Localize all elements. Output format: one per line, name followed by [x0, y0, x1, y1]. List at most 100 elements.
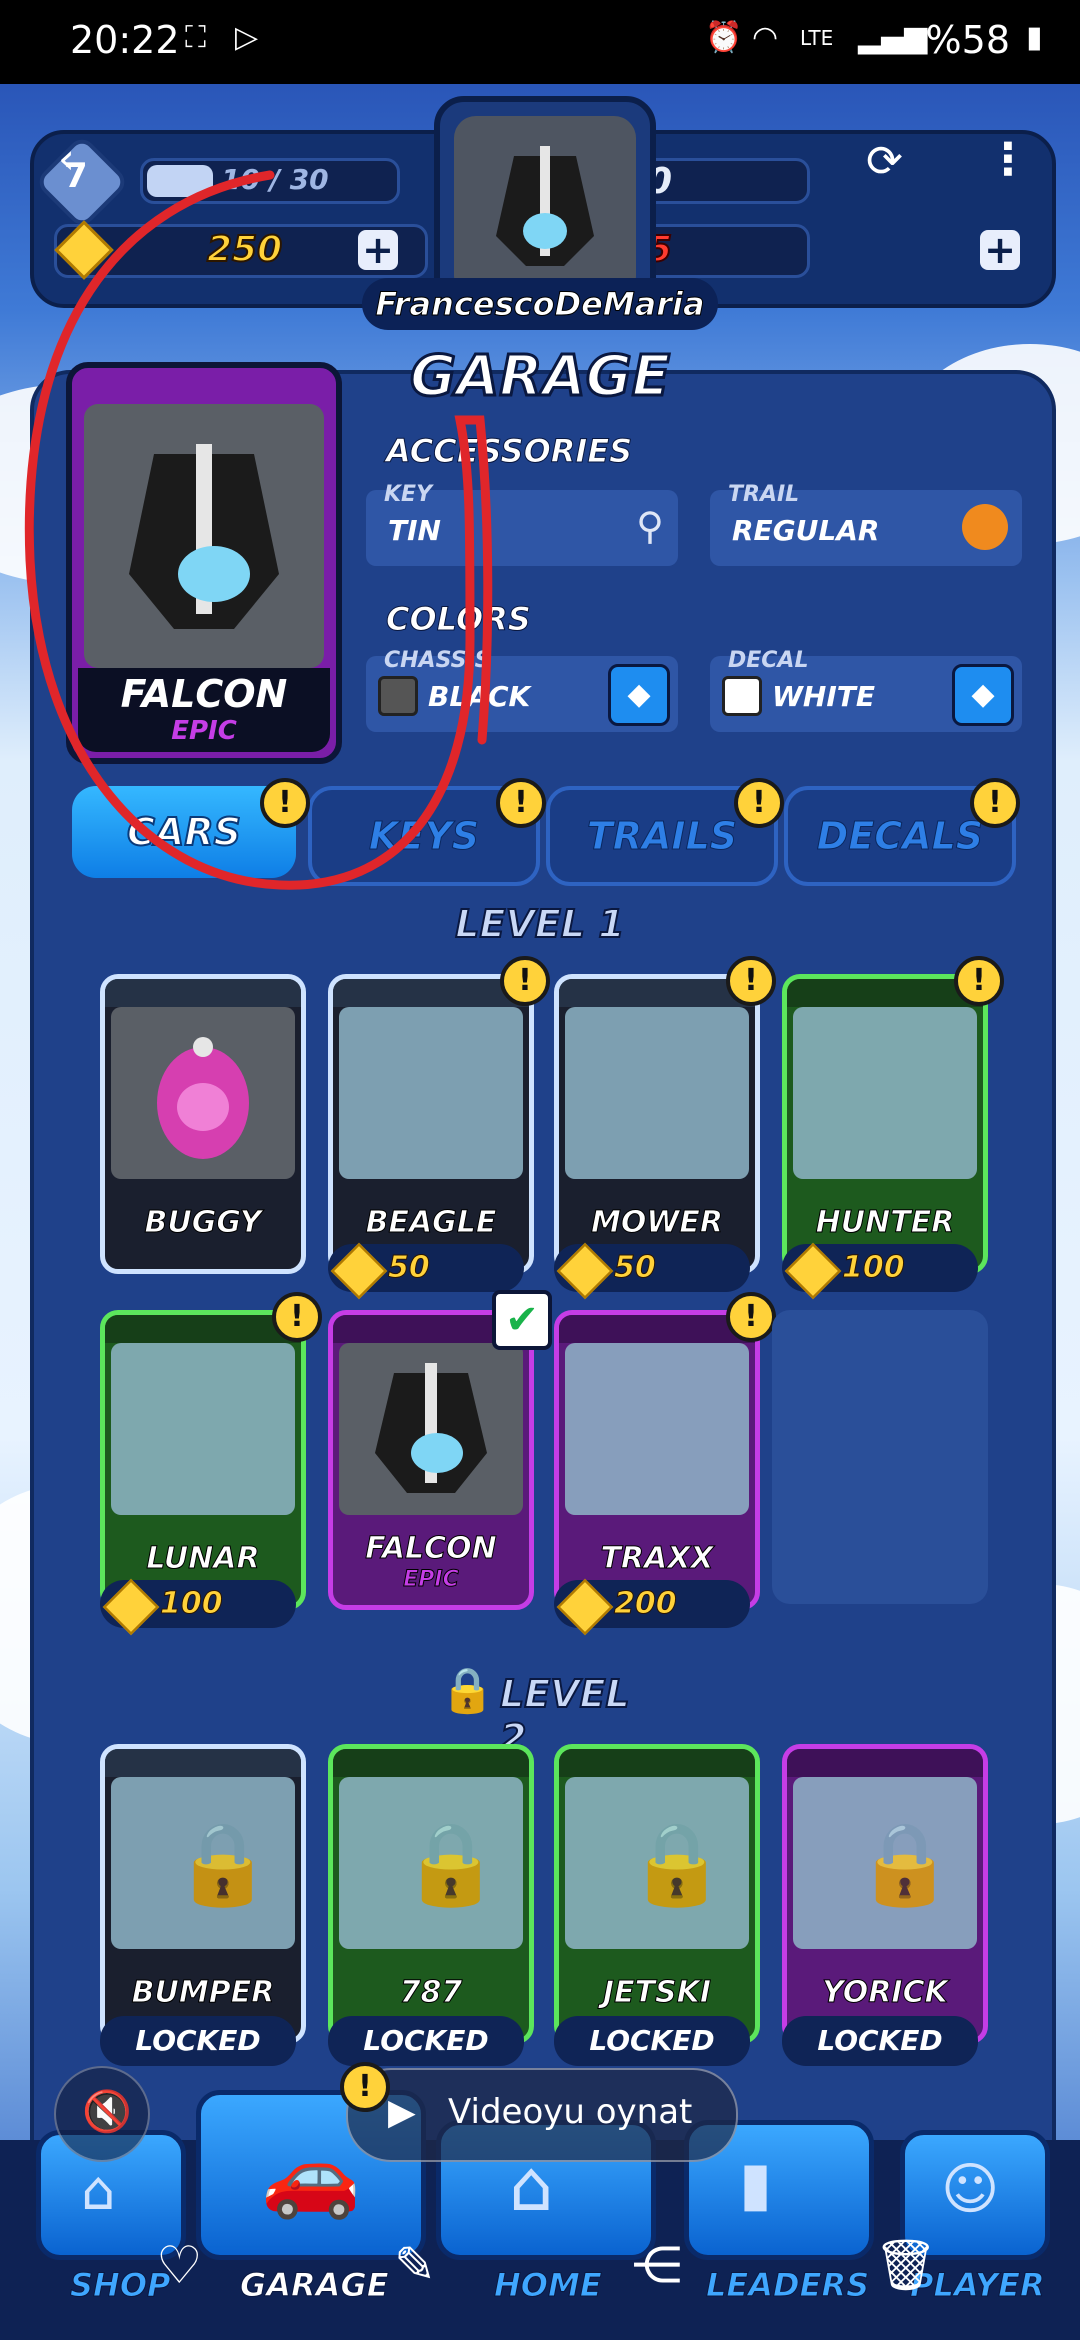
xp-text: 10 / 30: [221, 163, 329, 196]
car-name: JETSKI: [602, 1975, 712, 2011]
locked-label: LOCKED: [554, 2016, 750, 2066]
car-card-lunar[interactable]: LUNAR: [100, 1310, 306, 1610]
decal-selector[interactable]: DECAL WHITE ◆: [710, 648, 1022, 732]
buggy-image: [111, 1007, 295, 1179]
battery-icon: ▮: [1026, 20, 1043, 55]
lte-label: LTE: [800, 26, 834, 50]
coins-value: 250: [206, 228, 283, 271]
selected-car-image: [84, 404, 324, 668]
battery-percent: %58: [925, 18, 1010, 62]
paint-bucket-icon[interactable]: ◆: [608, 664, 670, 726]
car-name: 787: [399, 1975, 463, 2011]
selected-check-icon: ✔: [492, 1290, 552, 1350]
alert-badge: !: [340, 2062, 390, 2112]
locked-label: LOCKED: [328, 2016, 524, 2066]
alarm-icon: ⏰: [705, 20, 743, 55]
car-card-jetski[interactable]: 🔒 JETSKI: [554, 1744, 760, 2044]
key-label: KEY: [384, 482, 433, 507]
alert-badge: !: [734, 778, 784, 828]
garage-title: GARAGE: [409, 343, 672, 411]
alert-badge: !: [272, 1292, 322, 1342]
alert-badge: !: [726, 956, 776, 1006]
decal-label: DECAL: [728, 648, 809, 673]
787-image-locked: 🔒: [339, 1777, 523, 1949]
trail-value: REGULAR: [732, 514, 880, 547]
car-card-mower[interactable]: MOWER: [554, 974, 760, 1274]
share-icon[interactable]: ⋲: [632, 2236, 682, 2294]
more-options-icon[interactable]: ⋮: [986, 134, 1030, 185]
car-name: BEAGLE: [365, 1205, 497, 1241]
mute-button[interactable]: 🔇: [54, 2066, 150, 2162]
alert-badge: !: [954, 956, 1004, 1006]
car-card-hunter[interactable]: HUNTER: [782, 974, 988, 1274]
add-gems-button[interactable]: +: [980, 230, 1020, 270]
yorick-image-locked: 🔒: [793, 1777, 977, 1949]
key-selector[interactable]: KEY TIN ⚲: [366, 482, 678, 566]
play-icon: ▶: [388, 2092, 416, 2133]
traxx-image-locked: [565, 1343, 749, 1515]
refresh-icon[interactable]: ⟳: [866, 136, 903, 187]
price-tag: 200: [554, 1578, 750, 1636]
delete-trash-icon[interactable]: 🗑: [874, 2236, 937, 2295]
car-name: TRAXX: [600, 1541, 714, 1577]
coin-icon: [54, 220, 114, 280]
signal-icon: ▂▄▆: [858, 20, 928, 55]
car-card-buggy[interactable]: BUGGY: [100, 974, 306, 1274]
padlock-icon: 🔒: [855, 1817, 955, 1910]
car-card-787[interactable]: 🔒 787: [328, 1744, 534, 2044]
car-card-bumper[interactable]: 🔒 BUMPER: [100, 1744, 306, 2044]
leaders-label: LEADERS: [705, 2266, 870, 2305]
decal-swatch: [722, 676, 762, 716]
price-tag: 50: [328, 1242, 524, 1300]
heart-icon[interactable]: ♡: [156, 2236, 203, 2296]
car-card-traxx[interactable]: TRAXX: [554, 1310, 760, 1610]
selected-car-name: FALCON: [120, 672, 288, 716]
add-coins-button[interactable]: +: [358, 230, 398, 270]
chassis-selector[interactable]: CHASSIS BLACK ◆: [366, 648, 678, 732]
car-icon: 🚗: [261, 2129, 361, 2222]
bumper-image-locked: 🔒: [111, 1777, 295, 1949]
price-value: 100: [160, 1586, 224, 1622]
alert-badge: !: [970, 778, 1020, 828]
price-tag: 100: [782, 1242, 978, 1300]
padlock-icon: 🔒: [627, 1817, 727, 1910]
car-name: LUNAR: [146, 1541, 260, 1577]
selected-car-namebar: FALCON EPIC: [78, 668, 330, 752]
xp-fill: [147, 165, 213, 197]
trail-label: TRAIL: [728, 482, 800, 507]
chassis-swatch: [378, 676, 418, 716]
mower-image-locked: [565, 1007, 749, 1179]
car-card-beagle[interactable]: BEAGLE: [328, 974, 534, 1274]
price-tag: 50: [554, 1242, 750, 1300]
colors-label: COLORS: [386, 600, 532, 639]
car-name: HUNTER: [815, 1205, 955, 1241]
play-video-label: Videoyu oynat: [448, 2092, 693, 2132]
xp-bar: 10 / 30: [140, 158, 400, 204]
selected-car-card[interactable]: FALCON EPIC: [66, 362, 342, 764]
car-name: BUMPER: [131, 1975, 275, 2011]
player-name: FrancescoDeMaria: [362, 278, 718, 330]
players-icon: ☺: [941, 2157, 1000, 2222]
car-card-falcon[interactable]: FALCON EPIC: [328, 1310, 534, 1610]
hunter-image-locked: [793, 1007, 977, 1179]
beagle-image-locked: [339, 1007, 523, 1179]
garage-label: GARAGE: [240, 2266, 390, 2305]
key-icon: ⚲: [636, 504, 664, 548]
alert-badge: !: [496, 778, 546, 828]
price-value: 50: [614, 1250, 657, 1286]
decal-value: WHITE: [772, 680, 875, 713]
price-tag: 100: [100, 1578, 296, 1636]
price-value: 100: [842, 1250, 906, 1286]
play-video-button[interactable]: ▶ Videoyu oynat: [346, 2068, 738, 2162]
car-rarity: EPIC: [403, 1567, 459, 1593]
level-1-title: LEVEL 1: [454, 901, 625, 947]
edit-pencil-icon[interactable]: ✎: [394, 2236, 436, 2294]
car-card-yorick[interactable]: 🔒 YORICK: [782, 1744, 988, 2044]
price-value: 200: [614, 1586, 678, 1622]
back-arrow-icon[interactable]: ‹: [58, 134, 75, 183]
padlock-icon: 🔒: [401, 1817, 501, 1910]
paint-bucket-icon[interactable]: ◆: [952, 664, 1014, 726]
chassis-value: BLACK: [428, 680, 531, 713]
trail-selector[interactable]: TRAIL REGULAR: [710, 482, 1022, 566]
selected-car-rarity: EPIC: [171, 716, 237, 746]
